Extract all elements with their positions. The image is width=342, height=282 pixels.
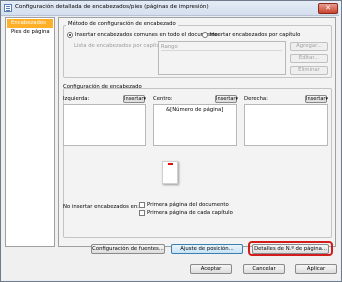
left-label: Izquierda: <box>63 96 90 102</box>
right-label: Derecha: <box>244 96 268 102</box>
page-number-details-button[interactable]: Detalles de N.º de página... <box>252 244 329 254</box>
window-title: Configuración detallada de encabezados/p… <box>15 4 209 10</box>
chapter-list-label: Lista de encabezados por capítulo: <box>74 43 167 49</box>
insert-right-button[interactable]: Insertar▾ <box>305 95 328 103</box>
nav-item-headers[interactable]: Encabezados <box>7 19 53 28</box>
chapter-list: Rango <box>158 41 286 75</box>
insert-center-button[interactable]: Insertar▾ <box>215 95 238 103</box>
first-page-chapter-checkbox[interactable] <box>139 210 145 216</box>
cancel-button[interactable]: Cancelar <box>243 264 285 274</box>
position-adjust-button[interactable]: Ajuste de posición... <box>171 244 243 254</box>
delete-button[interactable]: Eliminar <box>290 66 328 75</box>
no-insert-label: No insertar encabezados en: <box>63 204 139 210</box>
close-button[interactable]: ✕ <box>318 3 338 14</box>
section-list: Encabezados Pies de página <box>5 17 55 247</box>
document-icon <box>4 4 12 12</box>
method-group-title: Método de configuración de encabezado <box>66 21 178 27</box>
header-position-marker <box>168 163 173 165</box>
insert-left-button[interactable]: Insertar▾ <box>123 95 146 103</box>
radio-common-headers[interactable] <box>67 32 73 38</box>
right-header-text[interactable] <box>244 104 328 146</box>
add-button[interactable]: Agregar... <box>290 42 328 51</box>
first-page-chapter-label: Primera página de cada capítulo <box>147 210 233 216</box>
radio-per-chapter-label: Insertar encabezados por capítulo <box>210 32 301 38</box>
font-settings-button[interactable]: Configuración de fuentes... <box>91 244 165 254</box>
header-config-title: Configuración de encabezado <box>63 84 142 90</box>
first-page-document-checkbox[interactable] <box>139 202 145 208</box>
edit-button[interactable]: Editar... <box>290 54 328 63</box>
left-header-text[interactable] <box>63 104 146 146</box>
accept-button[interactable]: Aceptar <box>190 264 232 274</box>
radio-per-chapter[interactable] <box>202 32 208 38</box>
title-bar[interactable]: Configuración detallada de encabezados/p… <box>1 1 339 16</box>
center-label: Centro: <box>153 96 173 102</box>
nav-item-footers[interactable]: Pies de página <box>7 28 53 37</box>
page-preview-icon <box>162 161 178 184</box>
column-range-header: Rango <box>161 43 282 51</box>
radio-common-headers-label: Insertar encabezados comunes en todo el … <box>75 32 218 38</box>
apply-button[interactable]: Aplicar <box>295 264 337 274</box>
first-page-document-label: Primera página del documento <box>147 202 229 208</box>
center-header-text[interactable]: &[Número de página] <box>153 104 237 146</box>
